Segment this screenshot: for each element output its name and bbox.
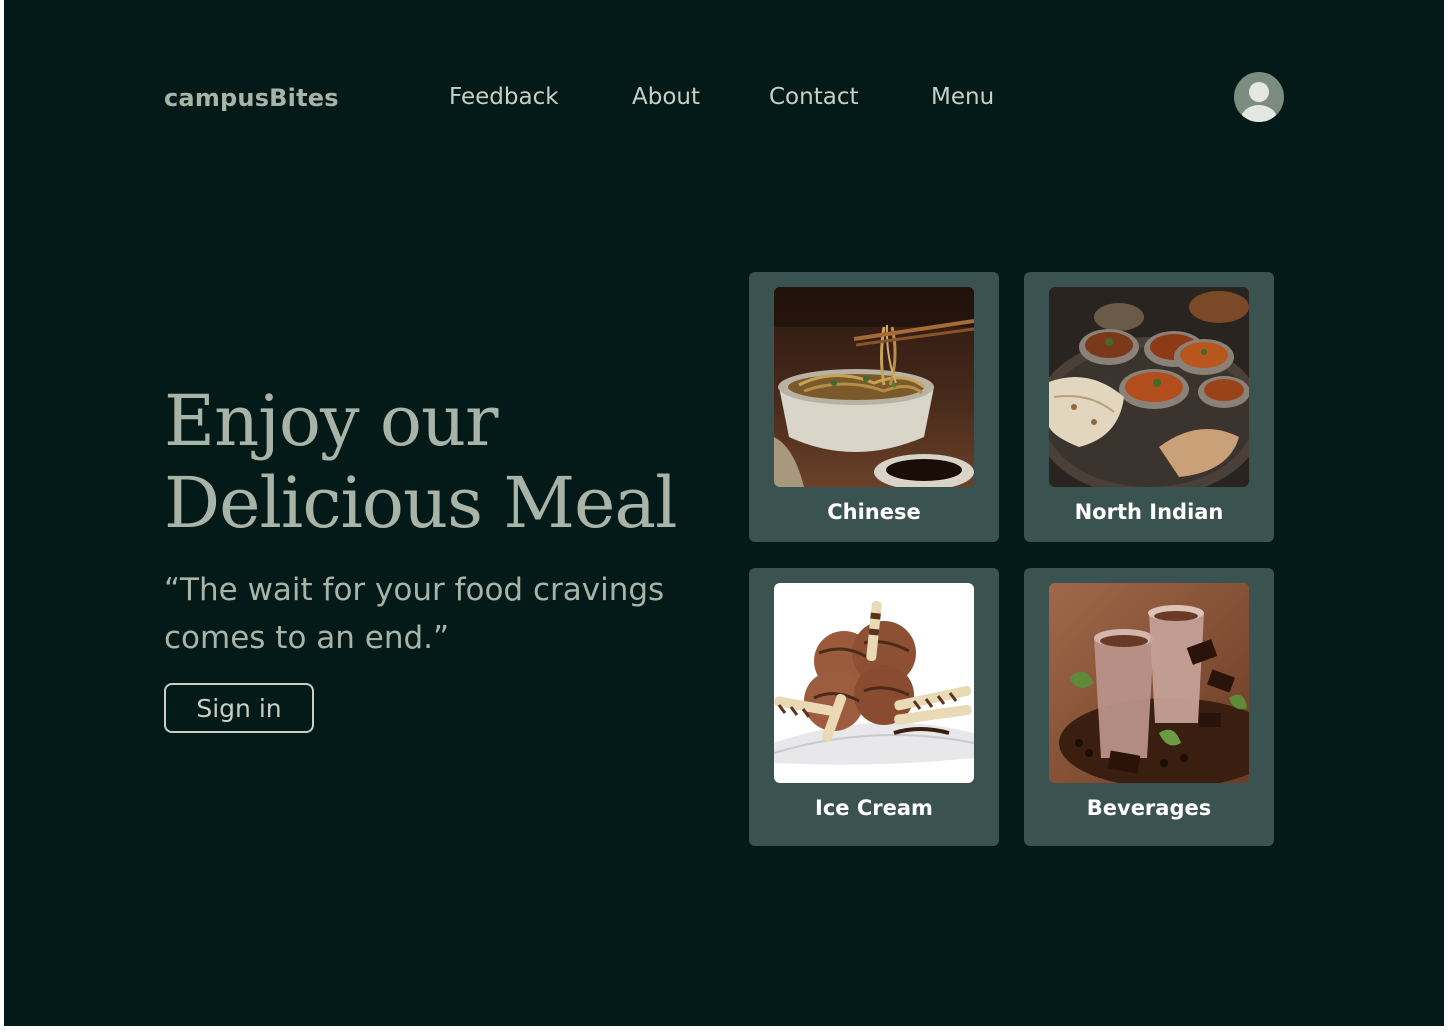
category-label: Beverages — [1086, 796, 1212, 820]
avatar-body — [1241, 105, 1277, 122]
nav-feedback[interactable]: Feedback — [449, 84, 559, 110]
avatar-head — [1249, 82, 1269, 102]
nav-about[interactable]: About — [632, 84, 700, 110]
category-label: Ice Cream — [815, 796, 933, 820]
chocolate-milkshake-photo — [1049, 583, 1249, 783]
category-card-ice-cream[interactable]: Ice Cream — [749, 568, 999, 846]
hero-title: Enjoy our Delicious Meal — [164, 380, 678, 544]
user-avatar-icon[interactable] — [1234, 72, 1284, 122]
category-card-beverages[interactable]: Beverages — [1024, 568, 1274, 846]
category-card-north-indian[interactable]: North Indian — [1024, 272, 1274, 542]
brand-logo[interactable]: campusBites — [164, 84, 339, 112]
chocolate-ice-cream-photo — [774, 583, 974, 783]
hero-title-line2: Delicious Meal — [164, 462, 678, 544]
landing-page: campusBites Feedback About Contact Menu … — [4, 0, 1444, 1026]
category-card-chinese[interactable]: Chinese — [749, 272, 999, 542]
nav-menu[interactable]: Menu — [931, 84, 994, 110]
hero-tagline: “The wait for your food cravings comes t… — [164, 572, 665, 656]
curry-thali-photo — [1049, 287, 1249, 487]
category-label: Chinese — [827, 500, 921, 524]
noodle-bowl-photo — [774, 287, 974, 487]
hero-title-line1: Enjoy our — [164, 380, 499, 462]
nav-contact[interactable]: Contact — [769, 84, 858, 110]
sign-in-button[interactable]: Sign in — [164, 683, 314, 733]
category-label: North Indian — [1074, 500, 1224, 524]
